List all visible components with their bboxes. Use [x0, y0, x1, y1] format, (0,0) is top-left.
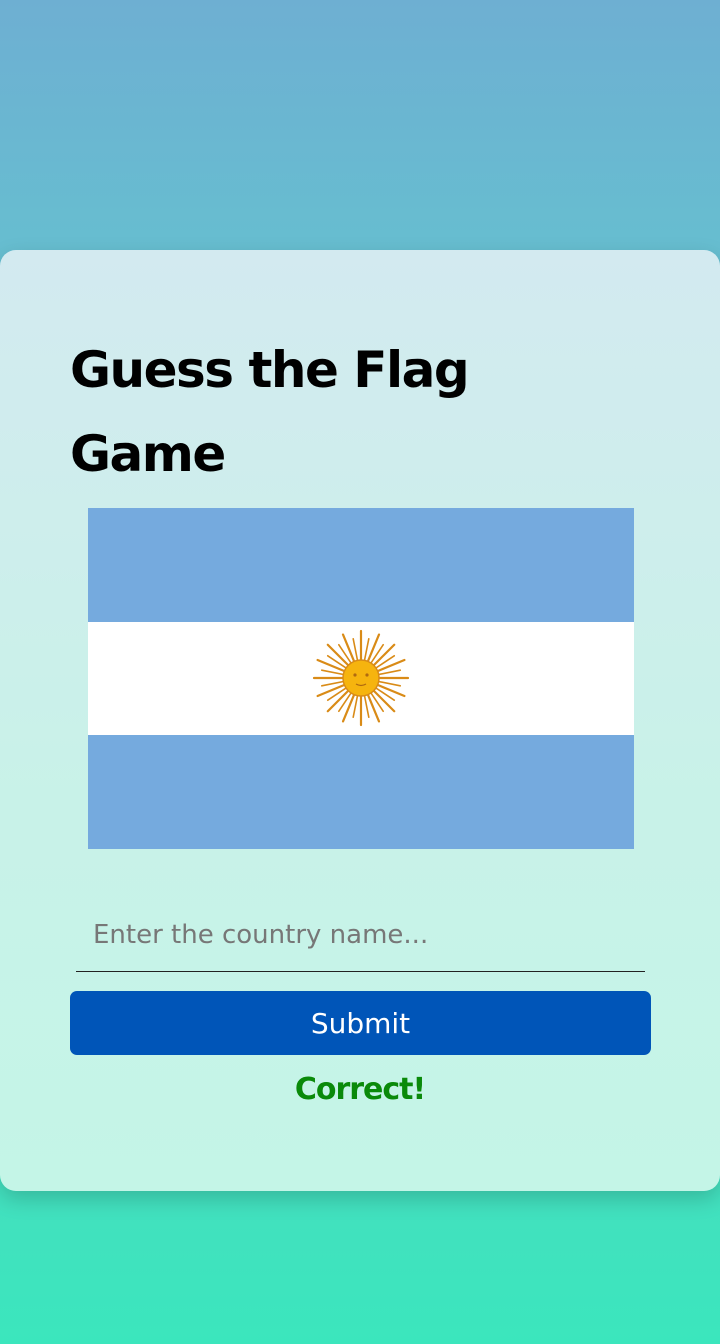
game-card: Guess the Flag Game Submit Correct!: [0, 250, 720, 1191]
country-input[interactable]: [76, 898, 645, 972]
argentina-flag-icon: [88, 508, 634, 849]
sun-of-may-icon: [312, 629, 410, 727]
result-message: Correct!: [294, 1072, 426, 1107]
page-title: Guess the Flag Game: [70, 341, 470, 483]
flag-image: [88, 508, 634, 849]
submit-button[interactable]: Submit: [70, 991, 651, 1055]
